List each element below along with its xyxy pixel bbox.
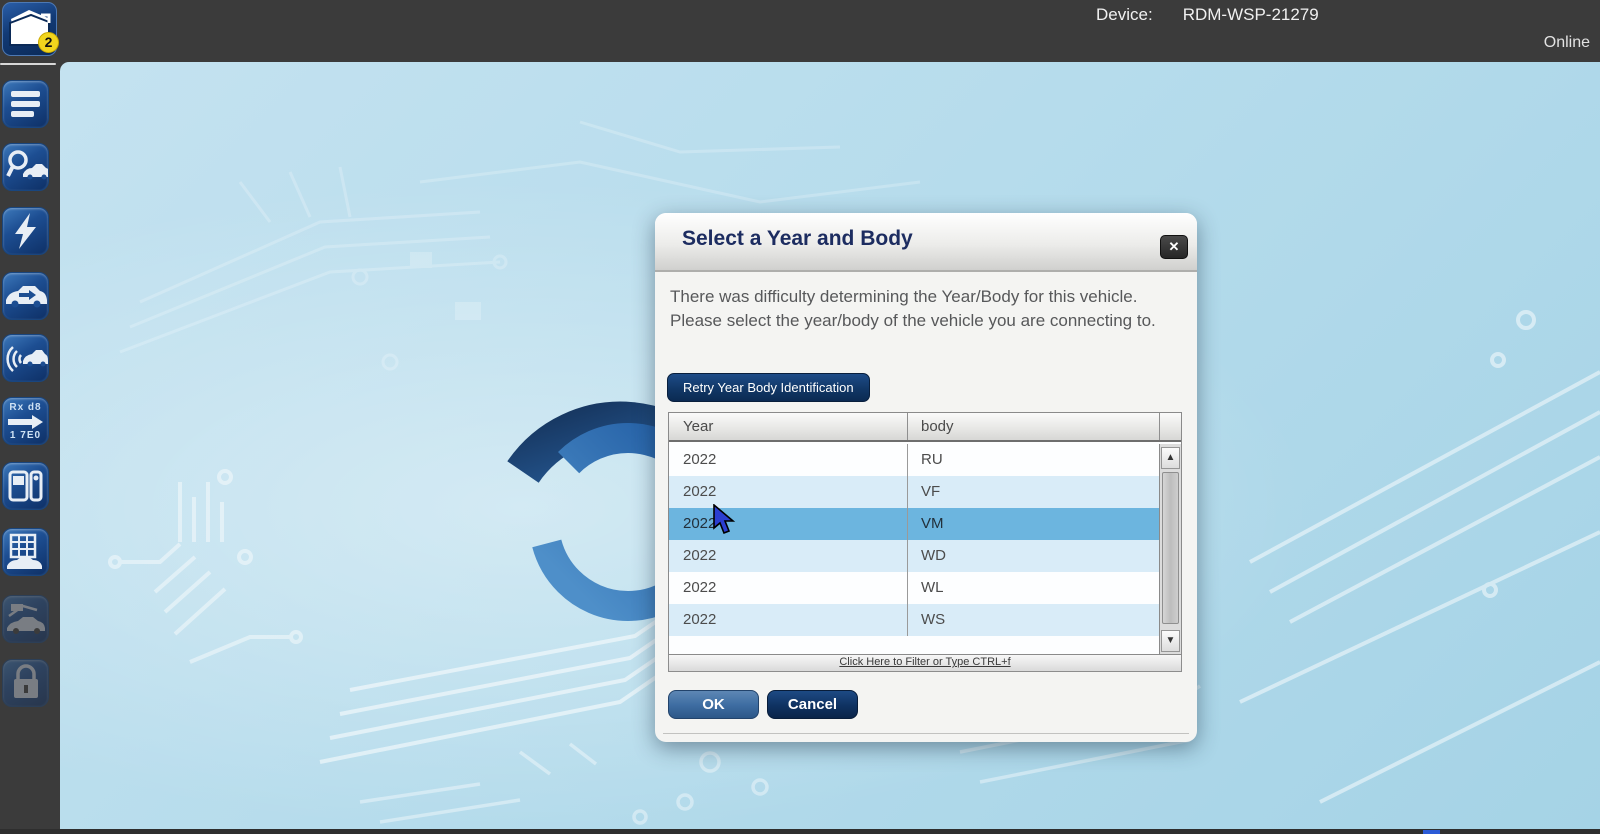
car-arrow-icon [3, 273, 48, 319]
car-hood-open-icon [3, 596, 48, 642]
sidebar-divider [0, 63, 56, 65]
table-row[interactable]: 2022VF [669, 476, 1159, 508]
sidebar: Rx d8 1 7E0 [0, 62, 60, 829]
filter-bar[interactable]: Click Here to Filter or Type CTRL+f [668, 655, 1182, 672]
dialog-header: Select a Year and Body ✕ [655, 213, 1197, 272]
car-radar-icon [3, 335, 48, 381]
car-lift-icon [3, 529, 48, 575]
scroll-up-button[interactable]: ▲ [1161, 447, 1180, 469]
column-header-year[interactable]: Year [669, 413, 908, 440]
year-body-table: Year body 2022RU2022VF2022VM2022WD2022WL… [668, 412, 1182, 655]
mouse-cursor [712, 504, 736, 536]
device-label: Device: [1096, 5, 1153, 25]
lock-icon [3, 660, 48, 706]
messages-button[interactable]: 2 [2, 2, 57, 56]
table-scrollbar[interactable]: ▲ ▼ [1159, 444, 1181, 654]
device-value: RDM-WSP-21279 [1183, 5, 1319, 25]
select-year-body-dialog: Select a Year and Body ✕ There was diffi… [655, 213, 1197, 742]
dialog-message: There was difficulty determining the Yea… [670, 285, 1182, 333]
cell-body[interactable]: WD [908, 540, 1159, 572]
sidebar-item-menu[interactable] [2, 80, 49, 128]
cell-body[interactable]: VF [908, 476, 1159, 508]
sidebar-item-fuel-system[interactable] [2, 462, 49, 510]
lightning-icon [3, 208, 48, 254]
close-icon[interactable]: ✕ [1160, 235, 1188, 259]
bottom-bar [0, 829, 1600, 834]
table-row[interactable]: 2022VM [669, 508, 1159, 540]
cell-year[interactable]: 2022 [669, 540, 908, 572]
top-bar: 2 Device: RDM-WSP-21279 Online [0, 0, 1600, 62]
cell-year[interactable]: 2022 [669, 476, 908, 508]
cell-year[interactable]: 2022 [669, 508, 908, 540]
retry-year-body-button[interactable]: Retry Year Body Identification [667, 373, 870, 402]
cancel-button[interactable]: Cancel [767, 690, 858, 719]
scrollbar-thumb[interactable] [1162, 472, 1179, 624]
sidebar-item-vehicle-wireless[interactable] [2, 334, 49, 382]
ok-button[interactable]: OK [668, 690, 759, 719]
search-vehicle-icon [3, 144, 48, 190]
cell-year[interactable]: 2022 [669, 604, 908, 636]
column-header-body[interactable]: body [908, 413, 1160, 440]
cell-body[interactable]: WS [908, 604, 1159, 636]
cell-body[interactable]: RU [908, 444, 1159, 476]
menu-icon [3, 81, 48, 127]
table-header-row: Year body [669, 413, 1181, 442]
filter-label: Click Here to Filter or Type CTRL+f [839, 656, 1010, 668]
scroll-down-button[interactable]: ▼ [1161, 630, 1180, 652]
message-count-badge: 2 [38, 32, 59, 53]
retry-label: Retry Year Body Identification [683, 380, 854, 395]
sidebar-item-vehicle-service [2, 595, 49, 643]
table-row[interactable]: 2022WS [669, 604, 1159, 636]
sidebar-item-vehicle-connect[interactable] [2, 272, 49, 320]
sidebar-item-flash[interactable] [2, 207, 49, 255]
online-status: Online [1544, 34, 1590, 52]
cell-body[interactable]: VM [908, 508, 1159, 540]
dialog-footer-divider [663, 733, 1189, 734]
dialog-title: Select a Year and Body [682, 227, 913, 251]
cell-year[interactable]: 2022 [669, 444, 908, 476]
table-row[interactable]: 2022WL [669, 572, 1159, 604]
cancel-label: Cancel [788, 696, 837, 713]
ok-label: OK [702, 696, 725, 713]
table-row[interactable]: 2022RU [669, 444, 1159, 476]
device-info: Device: RDM-WSP-21279 [1096, 5, 1319, 25]
year-body-table-body: 2022RU2022VF2022VM2022WD2022WL2022WS [669, 444, 1159, 654]
fuel-pump-icon [3, 463, 48, 509]
cell-year[interactable]: 2022 [669, 572, 908, 604]
bottom-bar-indicator [1423, 830, 1440, 834]
sidebar-item-vehicle-search[interactable] [2, 143, 49, 191]
sidebar-item-security-lock [2, 659, 49, 707]
table-row[interactable]: 2022WD [669, 540, 1159, 572]
data-bus-id-text: 1 7E0 [3, 430, 48, 441]
sidebar-item-data-bus[interactable]: Rx d8 1 7E0 [2, 397, 49, 445]
cell-body[interactable]: WL [908, 572, 1159, 604]
sidebar-item-vehicle-lift[interactable] [2, 528, 49, 576]
